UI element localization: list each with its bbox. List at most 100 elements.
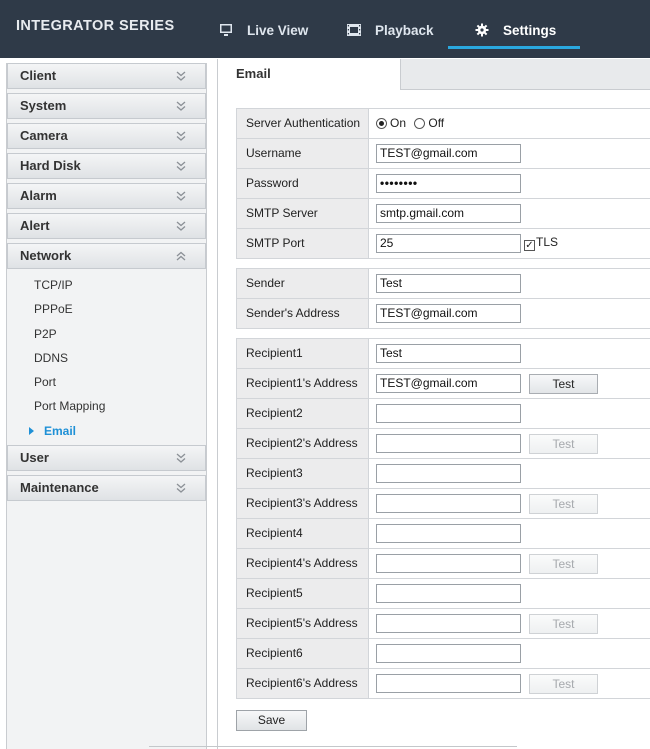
email-form: Server Authentication On Off Username TE… bbox=[236, 108, 650, 708]
chevron-down-icon bbox=[176, 161, 186, 171]
sidebar-section-label: Hard Disk bbox=[20, 158, 81, 173]
chevron-down-icon bbox=[176, 483, 186, 493]
recipient5-input[interactable] bbox=[376, 584, 521, 603]
recipient3-address-label: Recipient3's Address bbox=[237, 489, 369, 518]
tab-bar: Email bbox=[218, 59, 650, 90]
sidebar-section-alarm[interactable]: Alarm bbox=[7, 183, 206, 209]
chevron-down-icon bbox=[176, 71, 186, 81]
recipient1-address-label: Recipient1's Address bbox=[237, 369, 369, 398]
recipient4-test-button[interactable]: Test bbox=[529, 554, 598, 574]
sender-label: Sender bbox=[237, 269, 369, 298]
film-icon bbox=[345, 21, 363, 39]
tab-email[interactable]: Email bbox=[218, 59, 401, 90]
recipient1-address-input[interactable]: TEST@gmail.com bbox=[376, 374, 521, 393]
recipient-address-row: Recipient3's Address Test bbox=[236, 489, 650, 519]
recipient-address-row: Recipient1's Address TEST@gmail.com Test bbox=[236, 369, 650, 399]
sidebar-item-port[interactable]: Port bbox=[7, 370, 206, 394]
sidebar-item-ddns[interactable]: DDNS bbox=[7, 346, 206, 370]
smtp-port-input[interactable]: 25 bbox=[376, 234, 521, 253]
sidebar-item-email[interactable]: Email bbox=[7, 419, 206, 443]
nav-settings-label: Settings bbox=[503, 22, 557, 38]
recipient6-label: Recipient6 bbox=[237, 639, 369, 668]
bottom-scrollbar-track bbox=[149, 746, 517, 747]
username-label: Username bbox=[237, 139, 369, 168]
recipient3-input[interactable] bbox=[376, 464, 521, 483]
recipient5-address-label: Recipient5's Address bbox=[237, 609, 369, 638]
server-settings-group: Server Authentication On Off Username TE… bbox=[236, 108, 650, 259]
chevron-down-icon bbox=[176, 131, 186, 141]
recipient1-input[interactable]: Test bbox=[376, 344, 521, 363]
top-bar: INTEGRATOR SERIES Live View Playback Set… bbox=[0, 0, 650, 58]
sidebar-section-client[interactable]: Client bbox=[7, 63, 206, 89]
recipient6-test-button[interactable]: Test bbox=[529, 674, 598, 694]
recipient6-input[interactable] bbox=[376, 644, 521, 663]
nav-playback[interactable]: Playback bbox=[345, 16, 434, 44]
sender-group: Sender Test Sender's Address TEST@gmail.… bbox=[236, 268, 650, 329]
nav-live-view-label: Live View bbox=[247, 22, 309, 38]
nav-live-view[interactable]: Live View bbox=[217, 16, 308, 44]
recipient-address-row: Recipient6's Address Test bbox=[236, 669, 650, 699]
sidebar-item-tcp-ip[interactable]: TCP/IP bbox=[7, 273, 206, 297]
nav-playback-label: Playback bbox=[375, 22, 434, 38]
tls-option: ✓ TLS bbox=[524, 229, 558, 258]
sidebar-section-network[interactable]: Network bbox=[7, 243, 206, 269]
recipient2-input[interactable] bbox=[376, 404, 521, 423]
sidebar-section-camera[interactable]: Camera bbox=[7, 123, 206, 149]
password-input[interactable]: •••••••• bbox=[376, 174, 521, 193]
sidebar-section-system[interactable]: System bbox=[7, 93, 206, 119]
recipient2-test-button[interactable]: Test bbox=[529, 434, 598, 454]
sidebar-section-label: Alarm bbox=[20, 188, 57, 203]
recipient1-label: Recipient1 bbox=[237, 339, 369, 368]
server-auth-row: Server Authentication On Off bbox=[236, 109, 650, 139]
recipient2-label: Recipient2 bbox=[237, 399, 369, 428]
recipient3-test-button[interactable]: Test bbox=[529, 494, 598, 514]
sender-row: Sender Test bbox=[236, 269, 650, 299]
recipient1-test-button[interactable]: Test bbox=[529, 374, 598, 394]
sidebar-section-user[interactable]: User bbox=[7, 445, 206, 472]
recipient-row: Recipient6 bbox=[236, 639, 650, 669]
radio-on-label: On bbox=[390, 116, 407, 130]
nav-settings[interactable]: Settings bbox=[473, 16, 556, 44]
recipient3-address-input[interactable] bbox=[376, 494, 521, 513]
gear-icon bbox=[473, 21, 491, 39]
sidebar-item-port-mapping[interactable]: Port Mapping bbox=[7, 394, 206, 418]
sidebar-item-pppoe[interactable]: PPPoE bbox=[7, 297, 206, 321]
recipient5-label: Recipient5 bbox=[237, 579, 369, 608]
recipient4-input[interactable] bbox=[376, 524, 521, 543]
main-panel: Email Server Authentication On Off Usern… bbox=[217, 59, 650, 749]
sidebar-section-hard-disk[interactable]: Hard Disk bbox=[7, 153, 206, 179]
server-auth-label: Server Authentication bbox=[237, 109, 369, 138]
tls-checkbox[interactable]: ✓ bbox=[524, 240, 535, 251]
chevron-down-icon bbox=[176, 453, 186, 463]
recipient5-test-button[interactable]: Test bbox=[529, 614, 598, 634]
brand-title: INTEGRATOR SERIES bbox=[16, 18, 175, 34]
active-arrow-icon bbox=[29, 426, 34, 435]
password-row: Password •••••••• bbox=[236, 169, 650, 199]
recipient5-address-input[interactable] bbox=[376, 614, 521, 633]
recipient4-label: Recipient4 bbox=[237, 519, 369, 548]
radio-off[interactable] bbox=[414, 118, 426, 129]
chevron-up-icon bbox=[176, 251, 186, 261]
radio-off-label: Off bbox=[428, 116, 445, 130]
recipient3-label: Recipient3 bbox=[237, 459, 369, 488]
smtp-server-input[interactable]: smtp.gmail.com bbox=[376, 204, 521, 223]
smtp-server-label: SMTP Server bbox=[237, 199, 369, 228]
chevron-down-icon bbox=[176, 191, 186, 201]
monitor-icon bbox=[217, 21, 235, 39]
smtp-port-label: SMTP Port bbox=[237, 229, 369, 258]
recipient6-address-input[interactable] bbox=[376, 674, 521, 693]
sidebar-item-p2p[interactable]: P2P bbox=[7, 322, 206, 346]
username-input[interactable]: TEST@gmail.com bbox=[376, 144, 521, 163]
sidebar-section-maintenance[interactable]: Maintenance bbox=[7, 475, 206, 502]
sender-input[interactable]: Test bbox=[376, 274, 521, 293]
sender-address-input[interactable]: TEST@gmail.com bbox=[376, 304, 521, 323]
chevron-down-icon bbox=[176, 221, 186, 231]
recipient2-address-input[interactable] bbox=[376, 434, 521, 453]
smtp-server-row: SMTP Server smtp.gmail.com bbox=[236, 199, 650, 229]
sidebar-section-alert[interactable]: Alert bbox=[7, 213, 206, 239]
save-button[interactable]: Save bbox=[236, 710, 307, 731]
recipient4-address-input[interactable] bbox=[376, 554, 521, 573]
recipient-row: Recipient3 bbox=[236, 459, 650, 489]
radio-on[interactable] bbox=[376, 118, 387, 129]
sidebar-section-label: Network bbox=[20, 248, 72, 263]
